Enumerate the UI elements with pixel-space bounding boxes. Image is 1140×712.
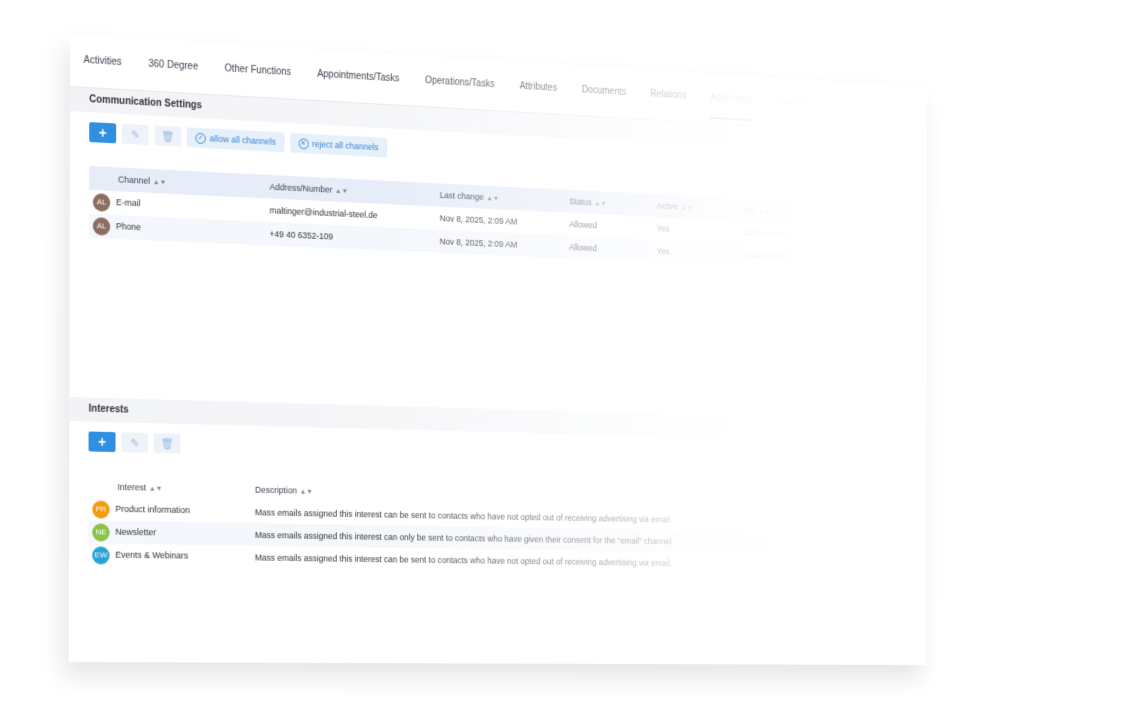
- pencil-icon: ✎: [130, 128, 140, 142]
- col-interest[interactable]: Interest ▲▼: [88, 475, 255, 500]
- tab-duplicates[interactable]: Duplicates: [848, 82, 887, 132]
- screenshot-stage: Activities 360 Degree Other Functions Ap…: [0, 0, 1140, 712]
- trash-icon: 🗑: [160, 437, 174, 450]
- delete-channel-button[interactable]: 🗑: [154, 125, 182, 147]
- tab-attributes[interactable]: Attributes: [519, 62, 558, 114]
- sort-icon: ▲▼: [594, 200, 607, 208]
- tab-documents[interactable]: Documents: [582, 66, 626, 118]
- sort-icon: ▲▼: [152, 179, 167, 187]
- crm-panel: Activities 360 Degree Other Functions Ap…: [68, 34, 928, 666]
- allow-all-channels-label: allow all channels: [209, 133, 276, 147]
- x-circle-icon: ✕: [298, 137, 309, 149]
- avatar: EW: [92, 545, 110, 565]
- fade-overlay-bottom: [68, 582, 927, 666]
- sort-icon: ▲▼: [299, 488, 313, 496]
- add-channel-button[interactable]: +: [89, 122, 117, 144]
- tab-360-degree[interactable]: 360 Degree: [148, 39, 198, 93]
- delete-interest-button[interactable]: 🗑: [153, 433, 181, 454]
- channel-name: E-mail: [116, 197, 141, 209]
- tab-other-functions[interactable]: Other Functions: [225, 44, 292, 99]
- edit-interest-button[interactable]: ✎: [121, 432, 149, 453]
- allow-all-channels-button[interactable]: ✓ allow all channels: [186, 127, 285, 153]
- add-interest-button[interactable]: +: [88, 431, 116, 453]
- avatar: NE: [92, 522, 110, 542]
- sort-icon: ▲▼: [149, 485, 163, 493]
- interest-name: Newsletter: [115, 526, 157, 538]
- sort-icon: ▲▼: [486, 195, 500, 203]
- check-circle-icon: ✓: [195, 132, 206, 144]
- tab-activities[interactable]: Activities: [83, 35, 122, 89]
- tab-advertising[interactable]: Advertising: [711, 74, 753, 125]
- sort-icon: ▲▼: [335, 187, 348, 196]
- pencil-icon: ✎: [130, 437, 140, 450]
- edit-channel-button[interactable]: ✎: [121, 123, 149, 146]
- interests-table: Interest ▲▼ Description ▲▼ PR Product infor…: [88, 475, 894, 576]
- tab-relations[interactable]: Relations: [650, 70, 686, 121]
- reject-all-channels-button[interactable]: ✕ reject all channels: [289, 132, 387, 158]
- tab-operations-tasks[interactable]: Operations/Tasks: [425, 56, 495, 110]
- reject-all-channels-label: reject all channels: [312, 138, 379, 153]
- tab-logs[interactable]: Logs: [910, 86, 927, 135]
- interest-name: Events & Webinars: [115, 549, 189, 561]
- tab-appointments-tasks[interactable]: Appointments/Tasks: [317, 49, 399, 104]
- sort-icon: ▲▼: [758, 208, 770, 216]
- avatar: PR: [92, 499, 110, 519]
- tab-data-privacy[interactable]: Data Privacy: [777, 78, 825, 129]
- avatar: AL: [92, 217, 111, 236]
- sort-icon: ▲▼: [680, 204, 693, 212]
- trash-icon: 🗑: [161, 130, 175, 143]
- avatar: AL: [92, 193, 111, 212]
- interest-name: Product information: [115, 503, 190, 515]
- channel-name: Phone: [115, 221, 141, 233]
